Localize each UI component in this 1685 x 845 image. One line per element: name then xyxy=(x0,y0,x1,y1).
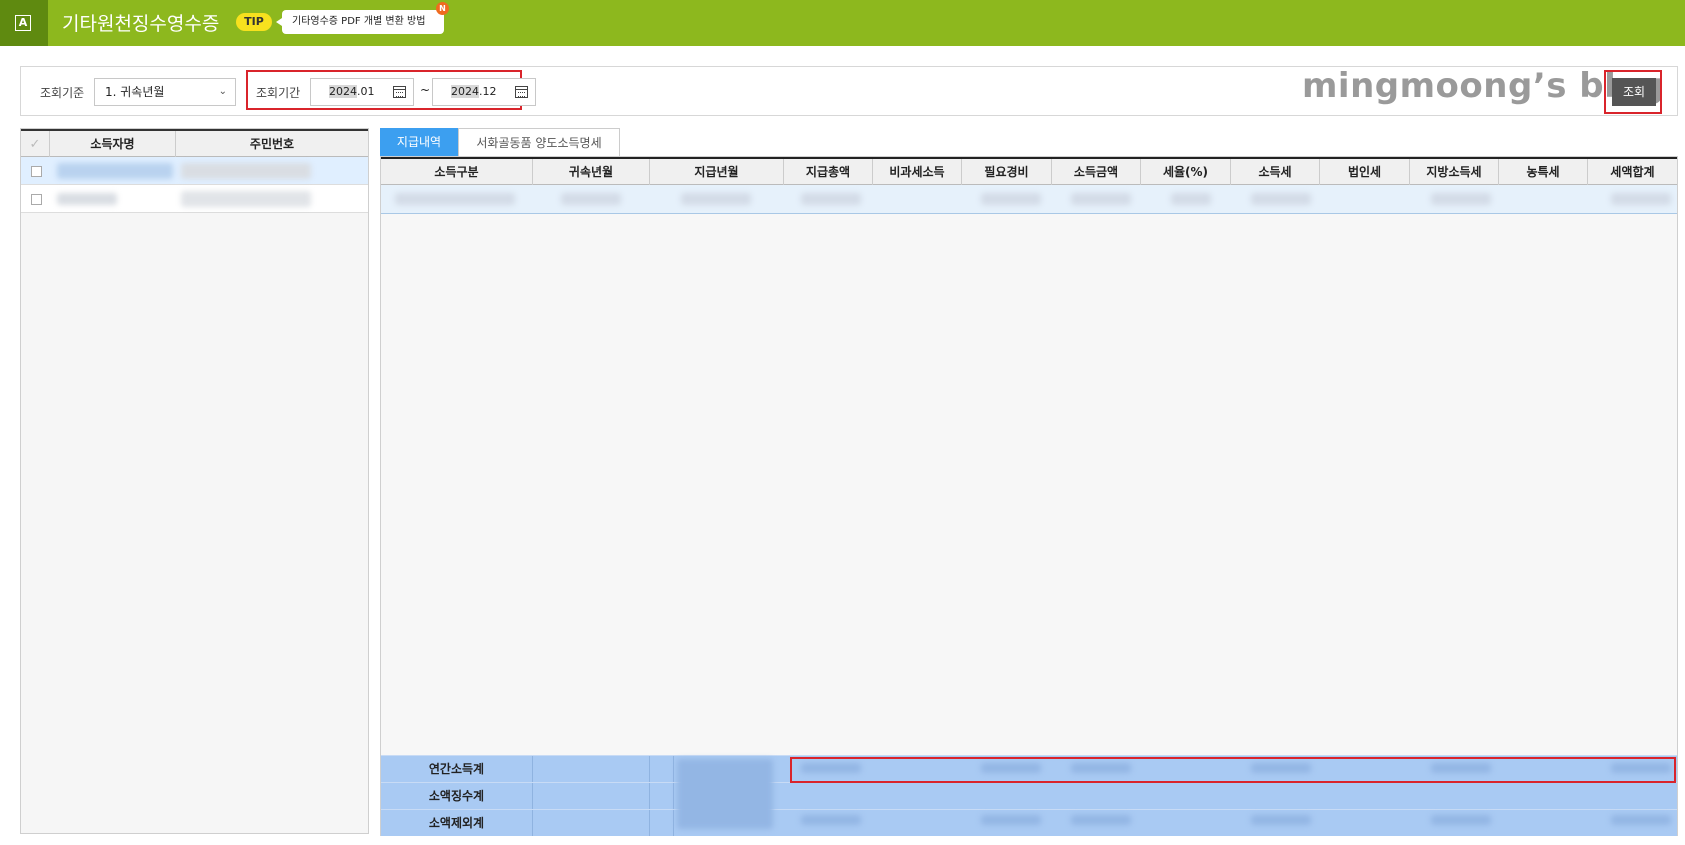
tip-link[interactable]: 기타영수증 PDF 개별 변환 방법 xyxy=(276,10,444,34)
earner-list-panel: ✓ 소득자명 주민번호 xyxy=(20,128,369,834)
summary-label-small-excluded: 소액제외계 xyxy=(381,810,533,836)
summary-cell xyxy=(533,810,650,836)
col-attribution-month[interactable]: 귀속년월 xyxy=(533,159,650,185)
period-from-value: 2024.01 xyxy=(329,85,375,98)
payment-grid: 소득구분 귀속년월 지급년월 지급총액 비과세소득 필요경비 소득금액 세율(%… xyxy=(380,156,1678,836)
redacted-resident-number xyxy=(181,191,311,207)
col-total-payment[interactable]: 지급총액 xyxy=(784,159,873,185)
search-button[interactable]: 조회 xyxy=(1612,78,1656,106)
app-icon-area[interactable]: A xyxy=(0,0,48,46)
tip-badge: TIP xyxy=(236,13,272,31)
summary-cell xyxy=(650,756,674,782)
summary-label-annual: 연간소득계 xyxy=(381,756,533,782)
col-local-income-tax[interactable]: 지방소득세 xyxy=(1410,159,1499,185)
summary-row-small-collected: 소액징수계 xyxy=(381,782,1677,809)
summary-cell xyxy=(650,783,674,809)
redacted-cell xyxy=(1171,193,1211,205)
redacted-name xyxy=(57,163,173,179)
redacted-cell xyxy=(1611,815,1671,825)
redacted-cell xyxy=(801,193,861,205)
tab-art-transfer-income[interactable]: 서화골동품 양도소득명세 xyxy=(458,128,620,156)
redacted-cell xyxy=(1611,193,1671,205)
redacted-cell xyxy=(1431,193,1491,205)
chevron-down-icon: ⌄ xyxy=(218,86,227,97)
payment-grid-header: 소득구분 귀속년월 지급년월 지급총액 비과세소득 필요경비 소득금액 세율(%… xyxy=(381,157,1677,185)
period-to-value: 2024.12 xyxy=(451,85,497,98)
redacted-summary-block xyxy=(677,759,773,829)
table-row[interactable] xyxy=(381,185,1677,214)
top-bar: A 기타원천징수영수증 TIP 기타영수증 PDF 개별 변환 방법 N xyxy=(0,0,1685,46)
calendar-icon[interactable] xyxy=(393,86,406,98)
tab-payment-details[interactable]: 지급내역 xyxy=(380,128,458,156)
redacted-cell xyxy=(1071,193,1131,205)
basis-select-value: 1. 귀속년월 xyxy=(105,85,165,99)
col-payment-month[interactable]: 지급년월 xyxy=(650,159,784,185)
redacted-resident-number xyxy=(181,163,311,179)
calendar-icon[interactable] xyxy=(515,86,528,98)
row-checkbox[interactable] xyxy=(31,194,42,205)
col-necessary-expenses[interactable]: 필요경비 xyxy=(962,159,1052,185)
redacted-cell xyxy=(801,815,861,825)
new-badge: N xyxy=(436,2,449,15)
table-row[interactable] xyxy=(21,157,368,185)
period-to-input[interactable]: 2024.12 xyxy=(432,78,536,106)
period-from-input[interactable]: 2024.01 xyxy=(310,78,414,106)
redacted-cell xyxy=(395,193,515,205)
period-label: 조회기간 xyxy=(256,86,301,100)
redacted-cell xyxy=(981,193,1041,205)
summary-cell xyxy=(650,810,674,836)
col-resident-number[interactable]: 주민번호 xyxy=(176,131,368,157)
basis-select[interactable]: 1. 귀속년월 ⌄ xyxy=(94,78,236,106)
redacted-cell xyxy=(561,193,621,205)
period-separator: ~ xyxy=(420,83,431,97)
summary-cell xyxy=(533,783,650,809)
col-income-type[interactable]: 소득구분 xyxy=(381,159,533,185)
redacted-cell xyxy=(981,815,1041,825)
annual-total-highlight-box xyxy=(790,757,1676,783)
redacted-name xyxy=(57,193,117,205)
basis-label: 조회기준 xyxy=(40,86,85,100)
redacted-cell xyxy=(1251,193,1311,205)
check-icon: ✓ xyxy=(29,137,41,152)
table-row[interactable] xyxy=(21,185,368,213)
col-earner-name[interactable]: 소득자명 xyxy=(50,131,176,157)
select-all-checkbox[interactable]: ✓ xyxy=(21,131,50,157)
row-checkbox[interactable] xyxy=(31,166,42,177)
summary-cell xyxy=(533,756,650,782)
app-title: 기타원천징수영수증 xyxy=(62,13,220,35)
redacted-cell xyxy=(681,193,751,205)
earner-list-header: ✓ 소득자명 주민번호 xyxy=(21,129,368,157)
col-rural-special-tax[interactable]: 농특세 xyxy=(1499,159,1588,185)
col-income-tax[interactable]: 소득세 xyxy=(1231,159,1320,185)
col-tax-total[interactable]: 세액합계 xyxy=(1588,159,1677,185)
redacted-cell xyxy=(1251,815,1311,825)
redacted-cell xyxy=(1431,815,1491,825)
col-nontaxable-income[interactable]: 비과세소득 xyxy=(873,159,962,185)
col-corporate-tax[interactable]: 법인세 xyxy=(1320,159,1410,185)
col-tax-rate[interactable]: 세율(%) xyxy=(1141,159,1231,185)
col-income-amount[interactable]: 소득금액 xyxy=(1052,159,1141,185)
redacted-cell xyxy=(1071,815,1131,825)
summary-label-small-collected: 소액징수계 xyxy=(381,783,533,809)
app-logo-icon: A xyxy=(15,15,31,31)
